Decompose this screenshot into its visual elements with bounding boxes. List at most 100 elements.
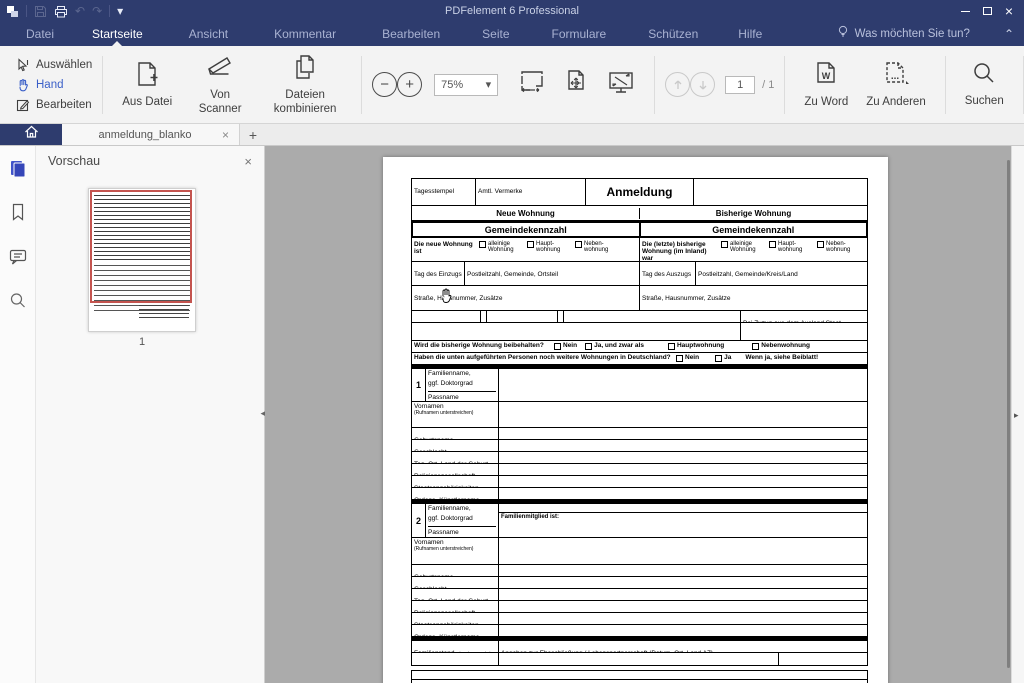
combine-files-button[interactable]: Dateien kombinieren	[259, 53, 351, 116]
convert-to-others-button[interactable]: ... Zu Anderen	[857, 60, 934, 109]
bookmarks-panel-icon[interactable]	[8, 202, 28, 222]
scanner-icon	[205, 53, 235, 85]
fit-width-button[interactable]	[510, 68, 554, 101]
page-number-input[interactable]: 1	[725, 76, 755, 94]
checkbox	[668, 343, 675, 350]
print-icon[interactable]	[54, 5, 68, 18]
app-logo-icon	[6, 5, 19, 18]
ribbon-toolbar: Auswählen Hand Bearbeiten Aus Datei	[0, 46, 1024, 124]
redo-icon[interactable]: ↷	[92, 5, 102, 17]
word-document-icon: W	[812, 60, 840, 92]
checkbox	[585, 343, 592, 350]
menu-schuetzen[interactable]: Schützen	[640, 22, 706, 46]
fit-width-icon	[518, 68, 546, 101]
customize-toolbar-icon[interactable]: ▾	[117, 5, 123, 17]
next-page-button[interactable]	[690, 72, 715, 97]
expand-panel-icon[interactable]: ▸	[1014, 410, 1019, 421]
home-icon	[24, 125, 39, 144]
form-label: Amtl. Vermerke	[478, 188, 522, 195]
form-label: Tag des Auszugs	[642, 271, 691, 278]
checkbox	[527, 241, 534, 248]
menu-bearbeiten[interactable]: Bearbeiten	[374, 22, 448, 46]
mode-group: Auswählen Hand Bearbeiten	[0, 56, 92, 113]
menu-hilfe[interactable]: Hilfe	[730, 22, 770, 46]
hand-icon	[16, 78, 30, 92]
toolbar-separator	[654, 56, 655, 114]
search-icon	[971, 61, 997, 91]
collapse-ribbon-icon[interactable]: ⌃	[1004, 27, 1014, 41]
menu-datei[interactable]: Datei	[18, 22, 62, 46]
form-label: Tagesstempel	[414, 188, 454, 195]
zoom-out-button[interactable]: −	[372, 72, 397, 97]
from-scanner-button[interactable]: Von Scanner	[181, 53, 259, 116]
title-bar: PDFelement 6 Professional ↶ ↷ ▾ ×	[0, 0, 1024, 22]
menu-formulare[interactable]: Formulare	[544, 22, 615, 46]
collapse-panel-icon[interactable]: ◂	[260, 408, 265, 419]
undo-icon[interactable]: ↶	[75, 5, 85, 17]
close-preview-icon[interactable]: ×	[244, 154, 252, 169]
form-label: Bei Zuzug aus dem Ausland Staat	[743, 320, 841, 322]
lightbulb-icon	[837, 25, 849, 44]
section-header: Bisherige Wohnung	[640, 208, 867, 219]
edit-tool[interactable]: Bearbeiten	[16, 96, 92, 113]
menu-ansicht[interactable]: Ansicht	[181, 22, 236, 46]
menu-seite[interactable]: Seite	[474, 22, 517, 46]
checkbox	[817, 241, 824, 248]
form-label: Gemeindekennzahl	[485, 225, 567, 235]
form-question: Haben die unten aufgeführten Personen no…	[414, 355, 676, 362]
maximize-button[interactable]	[978, 3, 996, 19]
app-window: PDFelement 6 Professional ↶ ↷ ▾ × Datei	[0, 0, 1024, 683]
minimize-button[interactable]	[956, 3, 974, 19]
chevron-down-icon: ▾	[486, 78, 492, 91]
toolbar-separator	[102, 56, 103, 114]
document-area[interactable]: Tagesstempel Amtl. Vermerke Anmeldung Ne…	[265, 146, 1011, 683]
home-tab[interactable]	[0, 124, 62, 145]
checkbox	[752, 343, 759, 350]
checkbox	[676, 355, 683, 362]
thumbnails-panel-icon[interactable]	[8, 158, 28, 178]
fit-page-button[interactable]	[554, 68, 598, 101]
anmeldung-form: Tagesstempel Amtl. Vermerke Anmeldung Ne…	[411, 178, 868, 683]
checkbox	[479, 241, 486, 248]
convert-to-word-button[interactable]: W Zu Word	[795, 60, 857, 109]
toolbar-separator	[784, 56, 785, 114]
form-label: Straße, Hausnummer, Zusätze	[414, 295, 503, 302]
edit-pen-icon	[16, 98, 30, 112]
new-tab-button[interactable]: +	[240, 124, 266, 145]
viewport-indicator[interactable]	[90, 190, 192, 303]
document-plus-icon	[133, 60, 161, 92]
page-thumbnail[interactable]	[88, 188, 196, 332]
person-number: 2	[416, 516, 421, 526]
form-title: Anmeldung	[607, 185, 673, 199]
select-tool[interactable]: Auswählen	[16, 56, 92, 73]
previous-page-button[interactable]	[665, 72, 690, 97]
window-controls: ×	[956, 3, 1024, 19]
form-label: Straße, Hausnummer, Zusätze	[642, 295, 731, 302]
other-document-icon: ...	[881, 60, 911, 92]
checkbox	[769, 241, 776, 248]
close-button[interactable]: ×	[1000, 3, 1018, 19]
pdf-page[interactable]: Tagesstempel Amtl. Vermerke Anmeldung Ne…	[383, 157, 888, 683]
toolbar-separator	[361, 56, 362, 114]
menu-kommentar[interactable]: Kommentar	[266, 22, 344, 46]
comments-panel-icon[interactable]	[8, 246, 28, 266]
vertical-scrollbar[interactable]	[1007, 160, 1010, 668]
search-panel-icon[interactable]	[8, 290, 28, 310]
save-icon[interactable]	[34, 5, 47, 18]
checkbox	[721, 241, 728, 248]
document-tab-label: anmeldung_blanko	[70, 129, 220, 141]
menu-startseite[interactable]: Startseite	[84, 22, 151, 46]
zoom-level-select[interactable]: 75% ▾	[434, 74, 498, 96]
fit-page-icon	[562, 68, 590, 101]
document-tab[interactable]: anmeldung_blanko ×	[62, 124, 240, 145]
close-tab-icon[interactable]: ×	[220, 128, 231, 142]
form-question: Wird die bisherige Wohnung beibehalten?	[414, 343, 554, 350]
zoom-in-button[interactable]: +	[397, 72, 422, 97]
from-file-button[interactable]: Aus Datei	[113, 60, 181, 109]
fit-screen-button[interactable]	[598, 68, 644, 101]
preview-title: Vorschau	[48, 154, 244, 168]
help-prompt[interactable]: Was möchten Sie tun?	[855, 28, 970, 40]
hand-tool[interactable]: Hand	[16, 76, 92, 93]
search-button[interactable]: Suchen	[956, 61, 1013, 108]
main-area: Vorschau × 1 ◂ Tagesstempel Amtl. Vermer…	[0, 146, 1024, 683]
